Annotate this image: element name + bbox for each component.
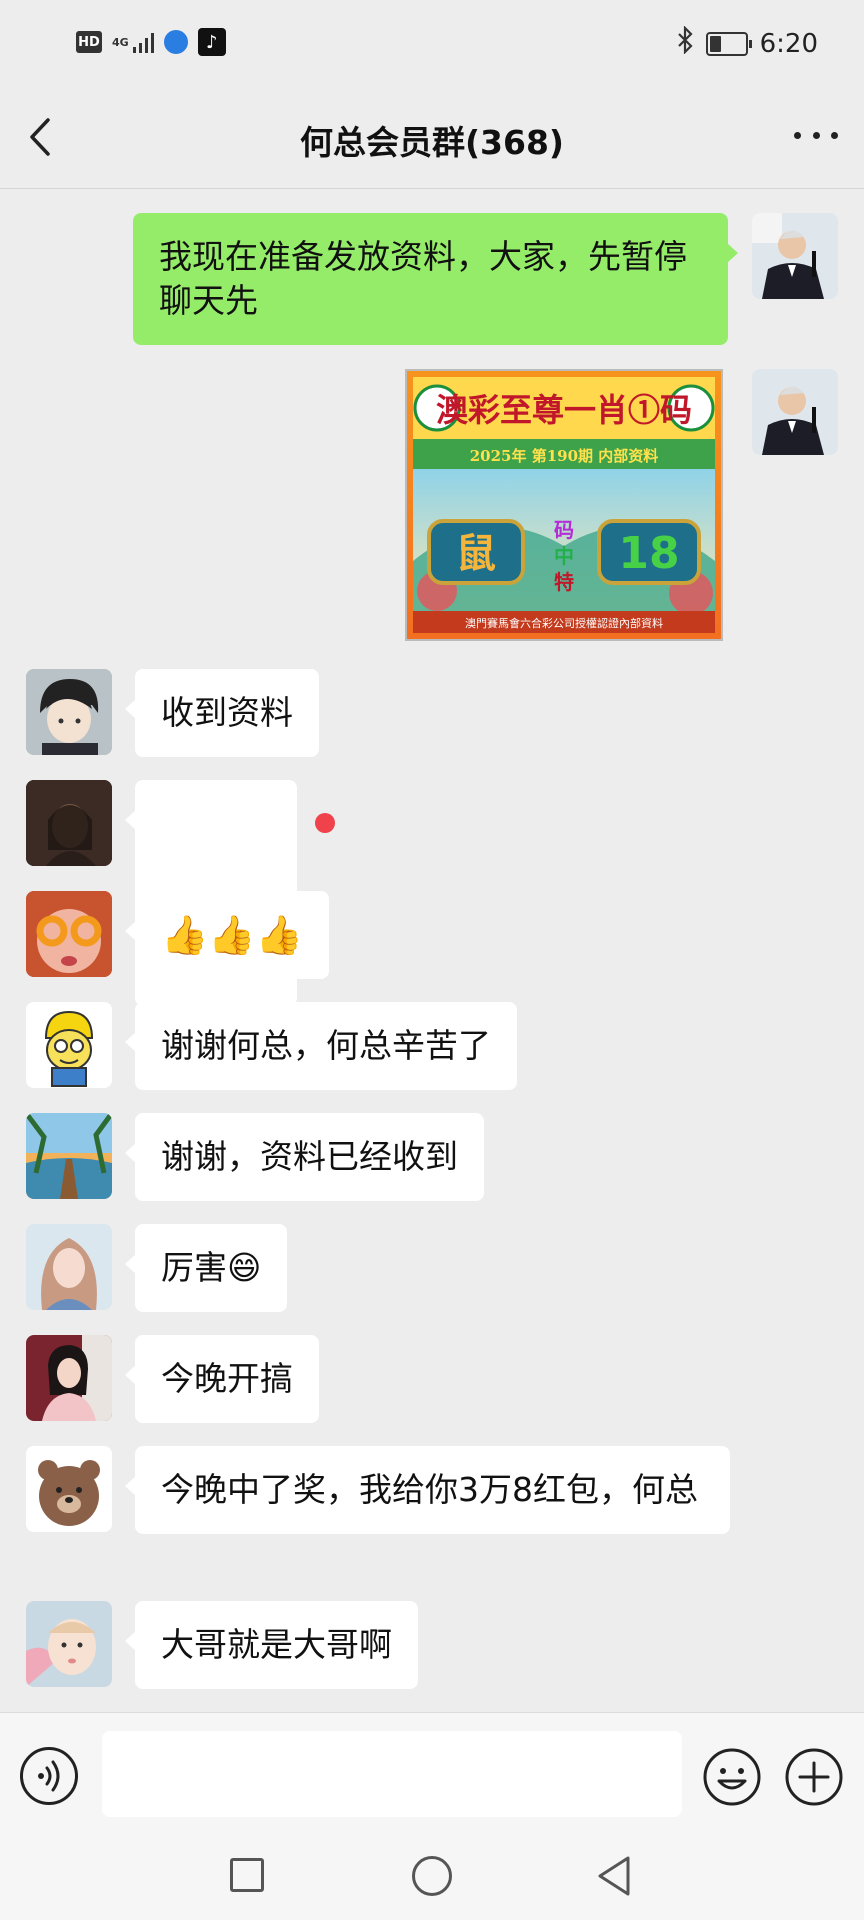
status-right: 6:20 — [676, 25, 818, 61]
message-bubble[interactable]: 今晚开搞 — [125, 1335, 319, 1423]
avatar-member[interactable] — [26, 1335, 112, 1421]
message-bubble[interactable]: 大哥就是大哥啊 — [125, 1601, 418, 1689]
home-icon[interactable] — [412, 1856, 452, 1896]
avatar-image — [26, 1002, 112, 1088]
avatar-image — [752, 369, 838, 455]
back-triangle-icon — [598, 1856, 630, 1896]
plus-icon[interactable] — [784, 1747, 844, 1807]
bluetooth-icon — [676, 25, 694, 61]
more-button[interactable] — [794, 120, 838, 150]
battery-icon — [705, 31, 752, 56]
avatar-image — [26, 1335, 112, 1421]
dot — [831, 131, 838, 139]
avatar-image — [752, 213, 838, 299]
avatar-image — [26, 780, 112, 866]
svg-text:中: 中 — [554, 544, 574, 568]
avatar-image — [26, 1113, 112, 1199]
message-bubble[interactable]: 谢谢，资料已经收到 — [125, 1113, 484, 1201]
recent-apps-icon[interactable] — [230, 1858, 264, 1892]
poster-footer: 澳門賽馬會六合彩公司授權認證內部資料 — [465, 616, 663, 630]
lottery-poster-image: 澳彩至尊一肖①码 2025年 第190期 内部资料 鼠 18 码 中 特 澳門賽… — [407, 371, 721, 639]
message-bubble[interactable]: 今晚中了奖，我给你3万8红包，何总 — [125, 1446, 730, 1534]
message-bubble[interactable]: 收到资料 — [125, 669, 319, 757]
emoji-icon[interactable] — [702, 1747, 762, 1807]
avatar-image — [26, 669, 112, 755]
svg-text:特: 特 — [554, 570, 574, 594]
poster-subtitle: 2025年 第190期 内部资料 — [470, 447, 659, 465]
group-title: 何总会员群(368) — [299, 123, 565, 162]
avatar-member[interactable] — [26, 780, 112, 866]
avatar-member[interactable] — [26, 1601, 112, 1687]
plus-icon-graphic — [785, 1748, 843, 1806]
avatar-image — [26, 1446, 112, 1532]
dot — [812, 131, 820, 139]
avatar-image — [26, 1224, 112, 1310]
avatar-member[interactable] — [26, 1002, 112, 1088]
message-bubble[interactable]: 厉害😄 — [124, 1224, 288, 1312]
emoji-icon-graphic — [703, 1748, 761, 1806]
status-left: HD 4G ♪ — [76, 28, 226, 56]
avatar-member[interactable] — [26, 1224, 112, 1310]
svg-text:码: 码 — [554, 518, 574, 542]
system-navigation — [0, 1840, 864, 1920]
message-bubble[interactable]: 👍👍👍 — [125, 891, 329, 979]
poster-banner: 澳彩至尊一肖①码 — [436, 391, 692, 429]
avatar-member[interactable] — [26, 1446, 112, 1532]
message-input[interactable] — [102, 1731, 682, 1817]
avatar-member[interactable] — [26, 669, 112, 755]
avatar-image — [26, 891, 112, 977]
unread-dot — [315, 813, 335, 833]
network-type: 4G — [112, 35, 129, 49]
hd-badge: HD — [76, 31, 102, 53]
chat-header: 何总会员群(368) — [0, 86, 864, 189]
message-bubble-sent[interactable]: 我现在准备发放资料，大家，先暂停聊天先 — [133, 213, 738, 345]
avatar-member[interactable] — [26, 1113, 112, 1199]
input-bar — [0, 1712, 864, 1841]
status-bar: HD 4G ♪ 6:20 — [0, 0, 864, 86]
dot — [794, 131, 801, 139]
image-message[interactable]: 澳彩至尊一肖①码 2025年 第190期 内部资料 鼠 18 码 中 特 澳門賽… — [405, 369, 723, 641]
browser-icon — [163, 30, 188, 54]
tiktok-icon: ♪ — [197, 28, 226, 56]
avatar-self[interactable] — [752, 369, 838, 455]
status-time: 6:20 — [759, 28, 818, 59]
poster-number: 18 — [618, 528, 679, 579]
message-list[interactable]: 我现在准备发放资料，大家，先暂停聊天先 澳彩至尊一肖①码 2025年 第190期… — [0, 189, 864, 1712]
voice-input-icon[interactable] — [20, 1747, 78, 1805]
voice-input-icon-graphic — [38, 1760, 60, 1792]
back-icon[interactable] — [594, 1854, 634, 1898]
poster-animal: 鼠 — [456, 530, 496, 577]
message-bubble[interactable]: 谢谢何总，何总辛苦了 — [125, 1002, 517, 1090]
avatar-member[interactable] — [26, 891, 112, 977]
avatar-self[interactable] — [752, 213, 838, 299]
signal-icon — [132, 31, 154, 53]
avatar-image — [26, 1601, 112, 1687]
